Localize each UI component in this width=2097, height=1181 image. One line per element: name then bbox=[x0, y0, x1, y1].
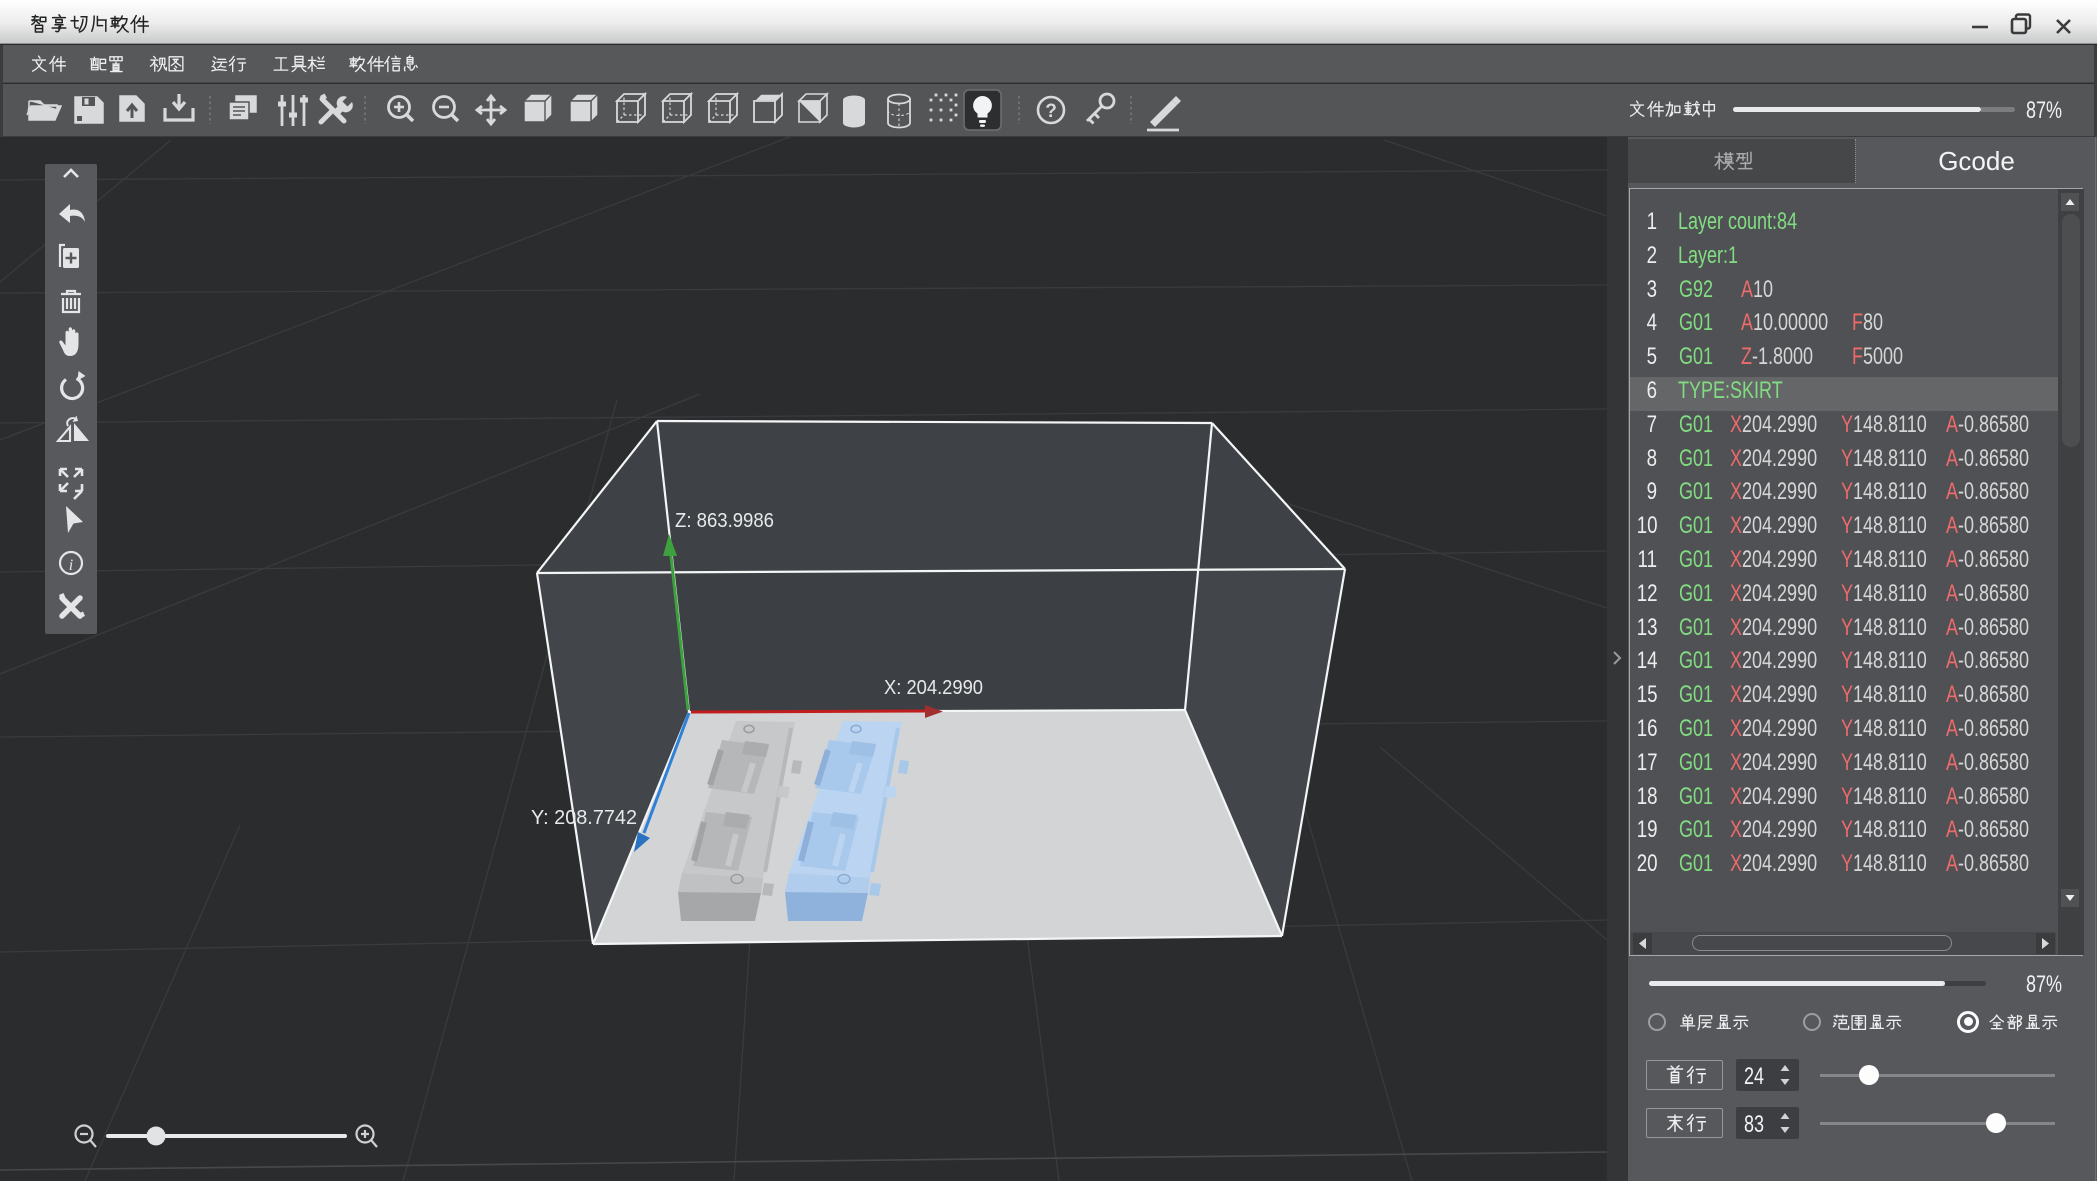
svg-text:i: i bbox=[69, 557, 73, 574]
svg-text:?: ? bbox=[1045, 101, 1057, 122]
